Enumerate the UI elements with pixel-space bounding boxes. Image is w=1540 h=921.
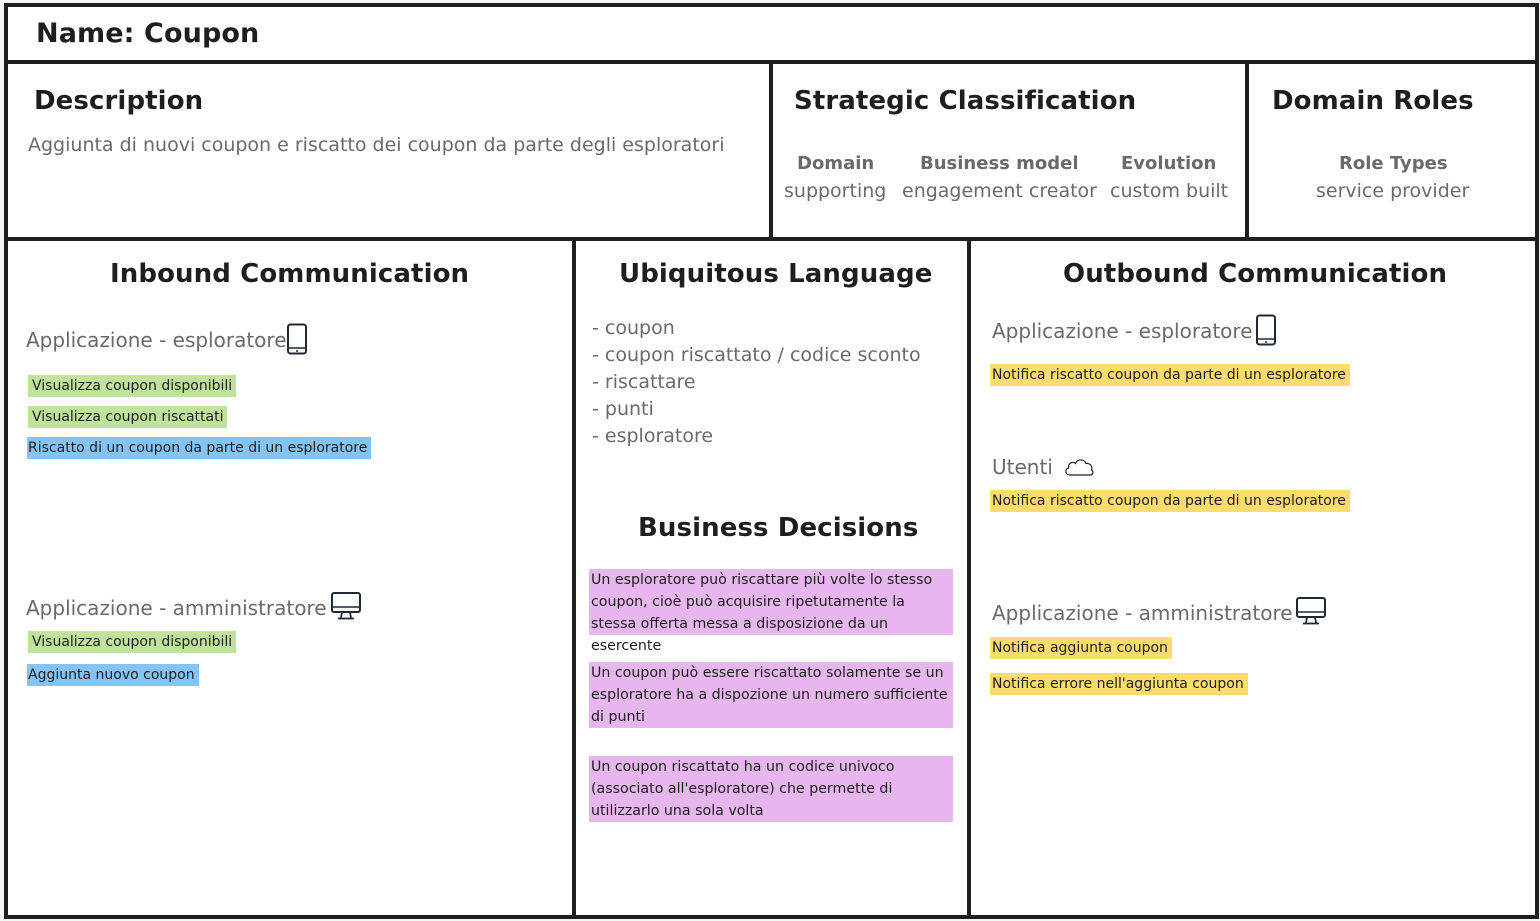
desktop-monitor-icon [1295, 596, 1327, 626]
domain-roles-box: Domain Roles Role Types service provider [1245, 60, 1539, 241]
business-decisions-title: Business Decisions [638, 513, 919, 543]
business-decision-sticky: Un coupon riscattato ha un codice univoc… [589, 756, 953, 822]
outbound-event-sticky: Notifica riscatto coupon da parte di un … [990, 490, 1350, 512]
ubiquitous-term: - coupon riscattato / codice sconto [592, 344, 921, 366]
inbound-group-heading: Applicazione - amministratore [26, 596, 327, 620]
desktop-monitor-icon [330, 591, 362, 621]
ubiquitous-term: - esploratore [592, 425, 714, 447]
strategic-classification-title: Strategic Classification [794, 86, 1137, 116]
name-box: Name: Coupon [4, 3, 1539, 64]
outbound-title: Outbound Communication [1063, 259, 1448, 289]
inbound-group-heading: Applicazione - esploratore [26, 328, 287, 352]
ubiquitous-term: - riscattare [592, 371, 696, 393]
mobile-phone-icon [286, 323, 308, 355]
inbound-communication-box: Inbound Communication Applicazione - esp… [4, 237, 576, 919]
strategic-classification-box: Strategic Classification Domain supporti… [769, 60, 1249, 241]
evolution-value: custom built [1110, 180, 1229, 202]
business-decision-sticky: Un esploratore può riscattare più volte … [589, 569, 953, 654]
outbound-communication-box: Outbound Communication Applicazione - es… [967, 237, 1539, 919]
description-title: Description [34, 86, 204, 116]
business-model-label: Business model [920, 153, 1079, 174]
mobile-phone-icon [1255, 314, 1277, 346]
inbound-title: Inbound Communication [110, 259, 470, 289]
context-name: Name: Coupon [36, 18, 260, 49]
domain-value: supporting [784, 180, 887, 202]
ubiquitous-language-box: Ubiquitous Language - coupon - coupon ri… [572, 237, 971, 919]
ubiquitous-language-title: Ubiquitous Language [619, 259, 933, 289]
evolution-label: Evolution [1121, 153, 1217, 174]
outbound-event-sticky: Notifica aggiunta coupon [990, 637, 1172, 659]
description-text: Aggiunta di nuovi coupon e riscatto dei … [28, 134, 725, 156]
business-decision-sticky: Un coupon può essere riscattato solament… [589, 662, 953, 728]
ubiquitous-term: - coupon [592, 317, 675, 339]
outbound-event-sticky: Notifica riscatto coupon da parte di un … [990, 364, 1350, 386]
role-types-value: service provider [1316, 180, 1470, 202]
ubiquitous-term: - punti [592, 398, 654, 420]
outbound-group-heading: Applicazione - amministratore [992, 601, 1293, 625]
outbound-group-heading: Utenti [992, 455, 1053, 479]
domain-label: Domain [797, 153, 875, 174]
domain-roles-title: Domain Roles [1272, 86, 1474, 116]
ubiquitous-terms-list: - coupon - coupon riscattato / codice sc… [592, 315, 921, 450]
inbound-query-sticky: Visualizza coupon disponibili [28, 631, 237, 653]
inbound-command-sticky: Riscatto di un coupon da parte di un esp… [27, 437, 372, 459]
cloud-icon [1063, 456, 1095, 478]
outbound-group-heading: Applicazione - esploratore [992, 319, 1253, 343]
inbound-command-sticky: Aggiunta nuovo coupon [27, 664, 199, 686]
role-types-label: Role Types [1339, 153, 1448, 174]
inbound-query-sticky: Visualizza coupon disponibili [28, 375, 237, 397]
inbound-query-sticky: Visualizza coupon riscattati [28, 406, 228, 428]
outbound-event-sticky: Notifica errore nell'aggiunta coupon [990, 673, 1248, 695]
description-box: Description Aggiunta di nuovi coupon e r… [4, 60, 773, 241]
business-model-value: engagement creator [902, 180, 1097, 202]
